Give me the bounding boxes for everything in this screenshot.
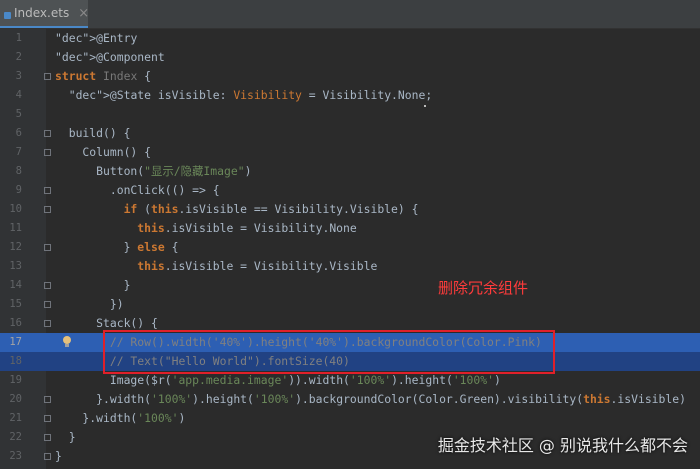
code-text: }.width('100%') <box>55 411 186 425</box>
highlight-box <box>103 330 555 374</box>
line-number: 14 <box>9 279 22 291</box>
code-text: }) <box>55 297 124 311</box>
line-number: 4 <box>15 89 22 101</box>
code-text: this.isVisible = Visibility.Visible <box>137 259 378 273</box>
code-text: Column() { <box>55 145 152 159</box>
text-caret <box>424 105 426 107</box>
line-number: 23 <box>9 450 22 462</box>
code-line[interactable]: 5 <box>0 105 700 124</box>
editor-tab-bar: Index.ets × <box>0 0 700 29</box>
code-line[interactable]: 14 } <box>0 276 700 295</box>
code-line[interactable]: 21 }.width('100%') <box>0 409 700 428</box>
code-line[interactable]: 4 "dec">@State isVisible: Visibility = V… <box>0 86 700 105</box>
code-line[interactable]: 12 } else { <box>0 238 700 257</box>
code-text: } <box>55 430 76 444</box>
line-number: 9 <box>15 184 22 196</box>
fold-marker-icon[interactable] <box>44 320 51 327</box>
fold-marker-icon[interactable] <box>44 149 51 156</box>
line-number: 10 <box>9 203 22 215</box>
line-number: 20 <box>9 393 22 405</box>
line-number: 3 <box>15 70 22 82</box>
fold-marker-icon[interactable] <box>44 282 51 289</box>
code-line[interactable]: 15 }) <box>0 295 700 314</box>
line-number: 1 <box>15 32 22 44</box>
line-number: 7 <box>15 146 22 158</box>
line-number: 16 <box>9 317 22 329</box>
line-number: 12 <box>9 241 22 253</box>
fold-marker-icon[interactable] <box>44 244 51 251</box>
fold-marker-icon[interactable] <box>44 187 51 194</box>
code-text: } else { <box>55 240 179 254</box>
code-text: "dec">@Entry <box>55 31 138 45</box>
code-line[interactable]: 9 .onClick(() => { <box>0 181 700 200</box>
code-text: if (this.isVisible == Visibility.Visible… <box>123 202 419 216</box>
code-text: struct Index { <box>55 69 152 83</box>
line-number: 8 <box>15 165 22 177</box>
line-number: 11 <box>9 222 22 234</box>
line-number: 2 <box>15 51 22 63</box>
code-text: }.width('100%').height('100%').backgroun… <box>55 392 686 406</box>
code-line[interactable]: 10 if (this.isVisible == Visibility.Visi… <box>0 200 700 219</box>
fold-marker-icon[interactable] <box>44 73 51 80</box>
line-number: 5 <box>15 108 22 120</box>
code-text: "dec">@Component <box>55 50 165 64</box>
code-line[interactable]: 8 Button("显示/隐藏Image") <box>0 162 700 181</box>
fold-marker-icon[interactable] <box>44 434 51 441</box>
code-text: "dec">@State isVisible: Visibility = Vis… <box>68 88 433 102</box>
fold-marker-icon[interactable] <box>44 453 51 460</box>
code-line[interactable]: 11 this.isVisible = Visibility.None <box>0 219 700 238</box>
fold-marker-icon[interactable] <box>44 415 51 422</box>
code-text: this.isVisible = Visibility.None <box>137 221 357 235</box>
lightbulb-icon[interactable] <box>61 336 73 349</box>
tab-index-ets[interactable]: Index.ets × <box>0 0 89 28</box>
line-number: 15 <box>9 298 22 310</box>
fold-marker-icon[interactable] <box>44 206 51 213</box>
code-line[interactable]: 13 this.isVisible = Visibility.Visible <box>0 257 700 276</box>
code-text: build() { <box>55 126 131 140</box>
line-number: 19 <box>9 374 22 386</box>
code-text: Button("显示/隐藏Image") <box>55 164 252 178</box>
line-number: 6 <box>15 127 22 139</box>
code-text: .onClick(() => { <box>55 183 220 197</box>
line-number: 18 <box>9 355 22 367</box>
fold-marker-icon[interactable] <box>44 301 51 308</box>
line-number: 21 <box>9 412 22 424</box>
code-line[interactable]: 2 "dec">@Component <box>0 48 700 67</box>
line-number: 13 <box>9 260 22 272</box>
close-tab-icon[interactable]: × <box>78 7 89 20</box>
code-line[interactable]: 3 struct Index { <box>0 67 700 86</box>
tab-filename: Index.ets <box>14 6 70 20</box>
line-number: 17 <box>9 336 22 348</box>
fold-marker-icon[interactable] <box>44 130 51 137</box>
code-line[interactable]: 1 "dec">@Entry <box>0 29 700 48</box>
watermark: 掘金技术社区 @ 别说我什么都不会 <box>437 436 688 455</box>
code-line[interactable]: 6 build() { <box>0 124 700 143</box>
annotation-label: 删除冗余组件 <box>438 279 529 297</box>
code-line[interactable]: 20 }.width('100%').height('100%').backgr… <box>0 390 700 409</box>
fold-marker-icon[interactable] <box>44 396 51 403</box>
code-text: } <box>55 278 131 292</box>
code-text: } <box>55 449 62 463</box>
code-line[interactable]: 7 Column() { <box>0 143 700 162</box>
line-number: 22 <box>9 431 22 443</box>
